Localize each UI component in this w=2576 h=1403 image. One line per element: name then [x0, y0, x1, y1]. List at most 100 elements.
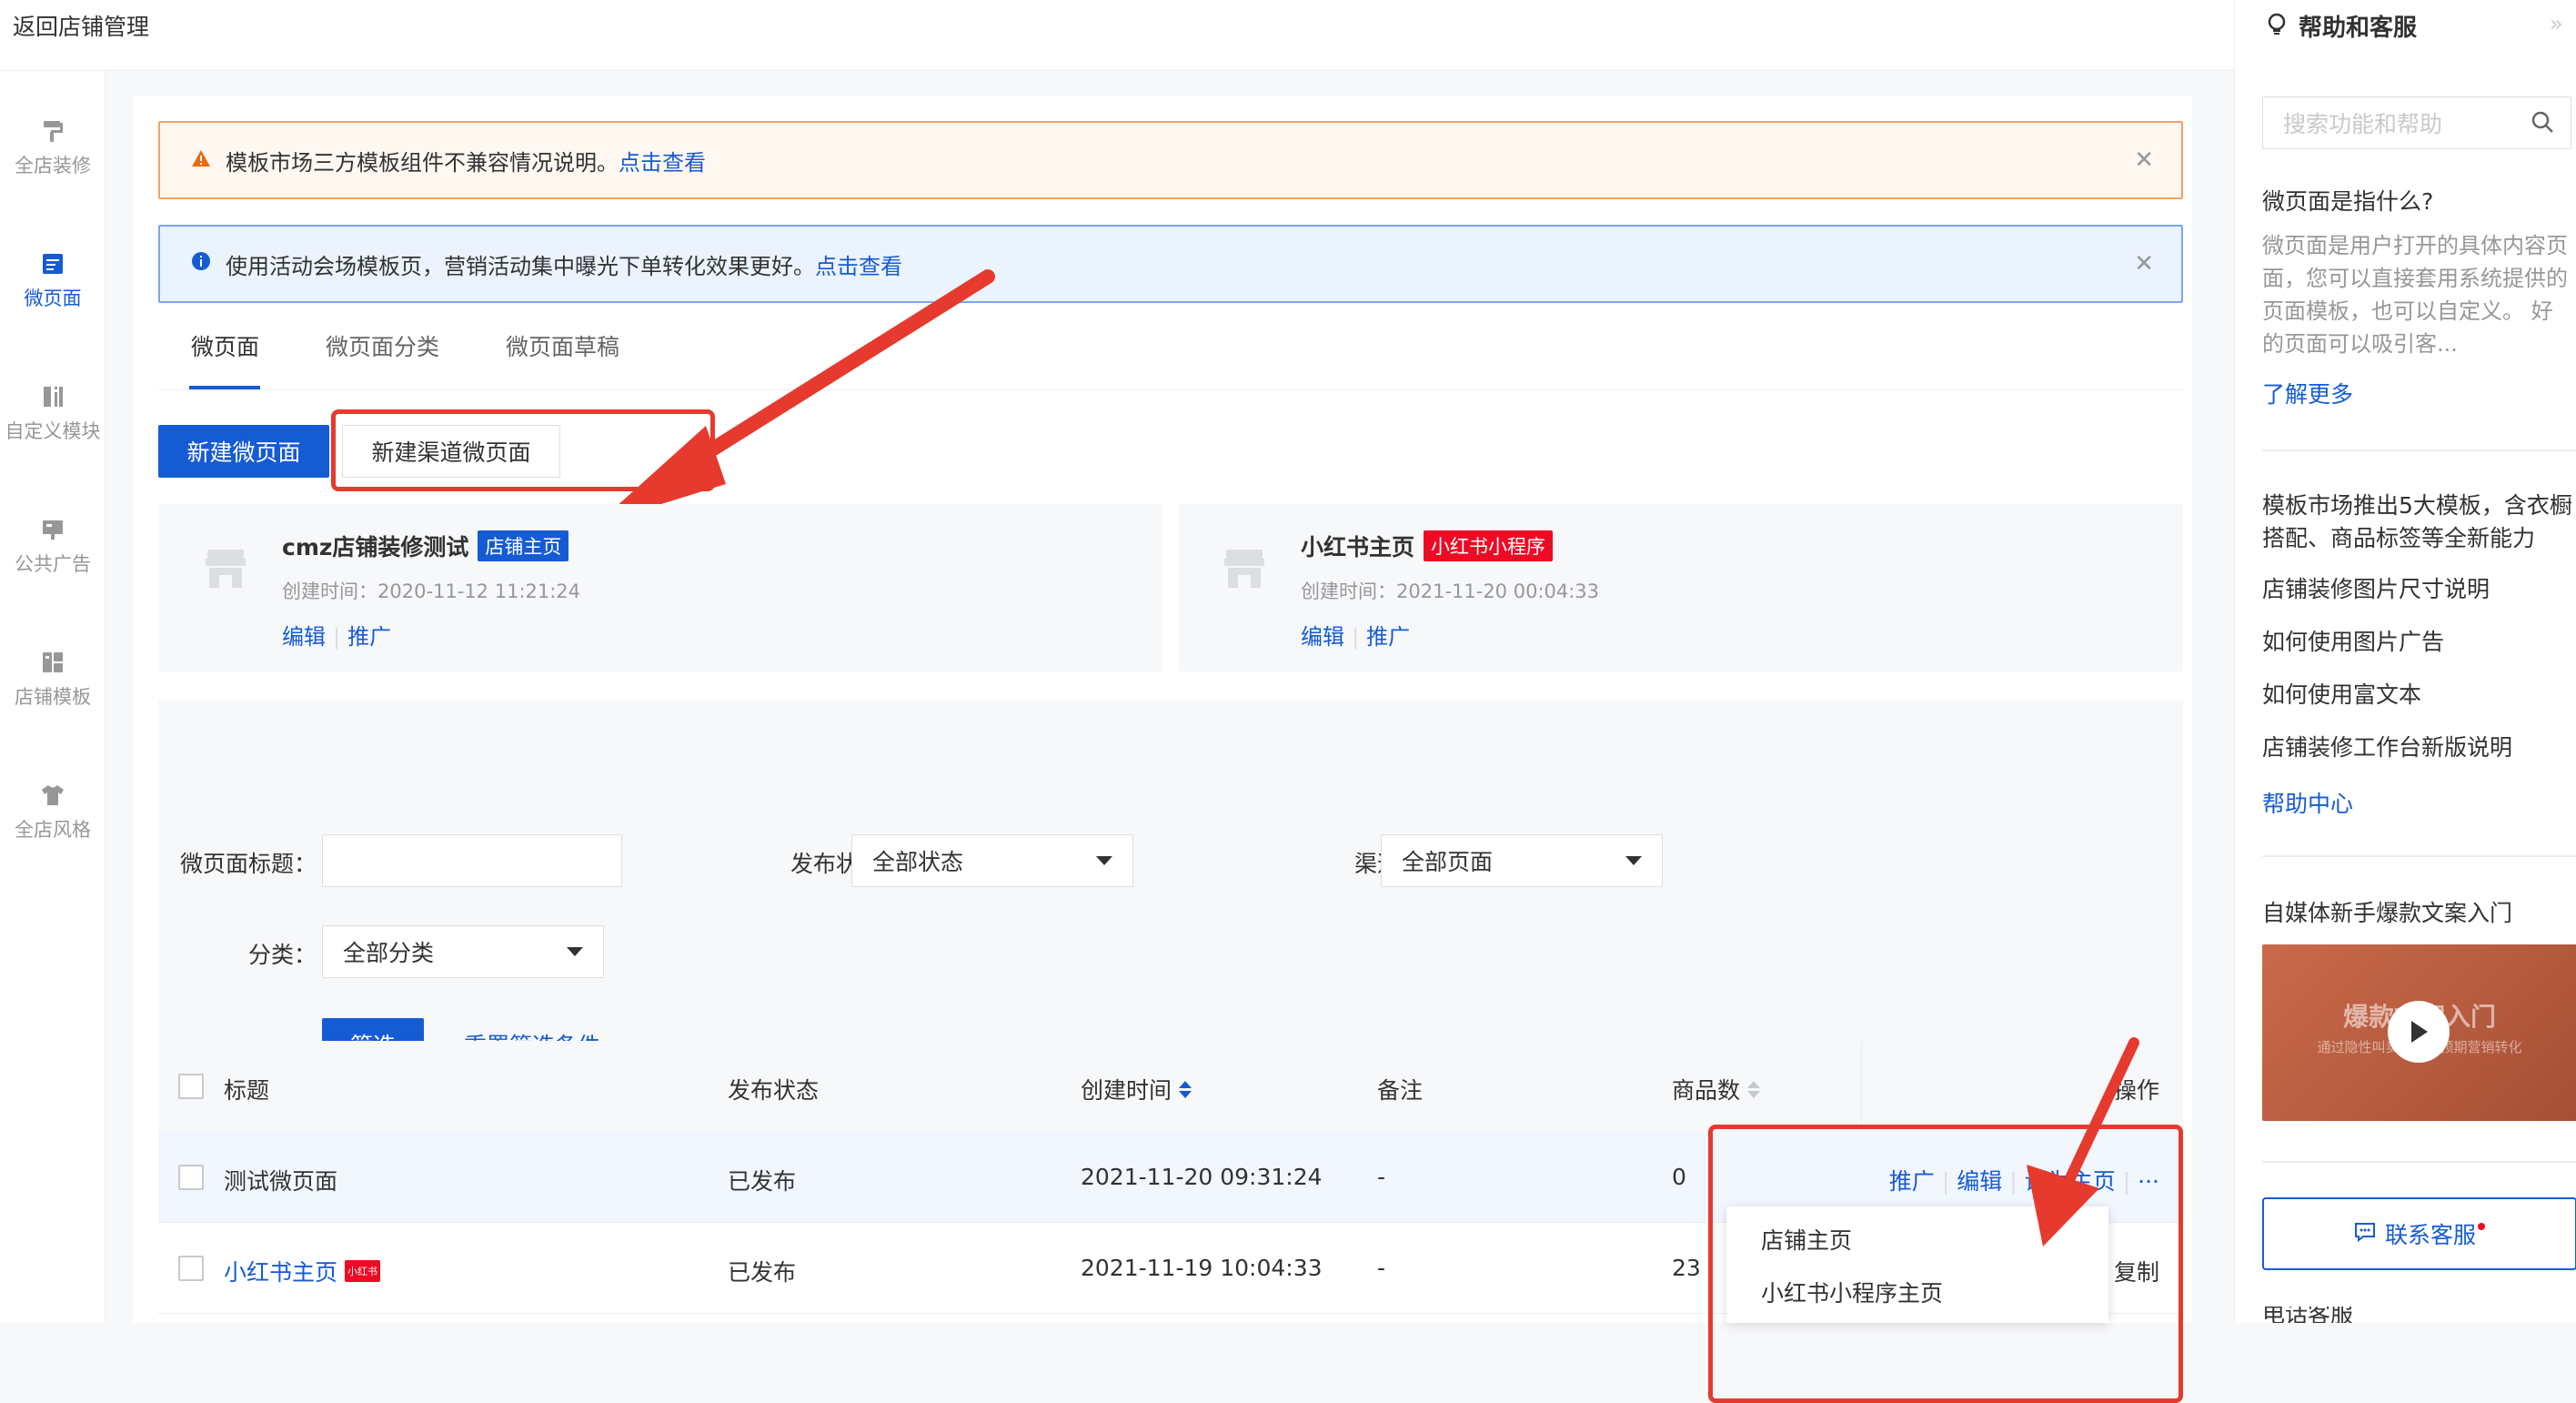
- ad-icon: [40, 517, 65, 542]
- header-created-time[interactable]: 创建时间: [1081, 1073, 1192, 1105]
- nav-label: 全店装修: [15, 155, 91, 177]
- collapse-icon[interactable]: »: [2550, 11, 2563, 36]
- tabs-divider: [158, 389, 2183, 390]
- nav-label: 微页面: [24, 288, 82, 309]
- row-checkbox[interactable]: [178, 1165, 204, 1190]
- help-panel-title: 帮助和客服: [2299, 15, 2418, 42]
- card-promote-link[interactable]: 推广: [1366, 624, 1410, 650]
- xiaohongshu-badge: 小红书: [345, 1260, 381, 1282]
- column-divider: [1861, 1041, 1862, 1132]
- title-filter-label: 微页面标题：: [180, 851, 317, 877]
- warning-notice: 模板市场三方模板组件不兼容情况说明。 点击查看 ✕: [158, 121, 2183, 199]
- card-edit-link[interactable]: 编辑: [282, 624, 326, 650]
- help-article[interactable]: 店铺装修图片尺寸说明: [2262, 573, 2490, 606]
- help-panel: 帮助和客服 » 搜索功能和帮助 微页面是指什么? 微页面是用户打开的具体内容页面…: [2234, 0, 2576, 1323]
- header-title: 标题: [224, 1077, 270, 1104]
- help-center-link[interactable]: 帮助中心: [2262, 786, 2353, 819]
- row-checkbox[interactable]: [178, 1256, 204, 1281]
- nav-item-store-decoration[interactable]: 全店装修: [0, 118, 106, 178]
- caret-down-icon: [1625, 856, 1642, 865]
- xiaohongshu-tag: 小红书小程序: [1424, 530, 1554, 561]
- row-status: 已发布: [728, 1168, 797, 1195]
- status-filter-select[interactable]: 全部状态: [851, 834, 1133, 887]
- contact-support-label: 联系客服: [2384, 1222, 2476, 1248]
- nav-item-micro-page[interactable]: 微页面: [0, 251, 106, 311]
- row-note: -: [1377, 1255, 1386, 1281]
- phone-support-label: 电话客服: [2262, 1307, 2354, 1323]
- nav-item-store-style[interactable]: 全店风格: [0, 782, 106, 843]
- play-icon[interactable]: [2388, 1001, 2450, 1063]
- row-note: -: [1377, 1164, 1386, 1190]
- help-search-placeholder: 搜索功能和帮助: [2283, 111, 2443, 137]
- page-icon: [40, 251, 65, 277]
- learn-more-link[interactable]: 了解更多: [2262, 377, 2353, 409]
- divider: [2262, 1161, 2576, 1163]
- search-icon[interactable]: [2531, 110, 2554, 139]
- close-icon[interactable]: ✕: [2134, 146, 2154, 174]
- card-promote-link[interactable]: 推广: [347, 624, 391, 650]
- table-header: 标题 发布状态 创建时间 备注 商品数 操作: [158, 1041, 2183, 1132]
- new-micro-page-button[interactable]: 新建微页面: [158, 425, 329, 478]
- tab-micro-page-category[interactable]: 微页面分类: [326, 329, 439, 362]
- tab-micro-page[interactable]: 微页面: [191, 329, 259, 362]
- main-content: 模板市场三方模板组件不兼容情况说明。 点击查看 ✕ 使用活动会场模板页，营销活动…: [133, 96, 2192, 1403]
- help-article[interactable]: 如何使用图片广告: [2262, 626, 2444, 659]
- header-status: 发布状态: [728, 1077, 820, 1104]
- close-icon[interactable]: ✕: [2134, 250, 2154, 278]
- title-filter-input[interactable]: [322, 834, 622, 887]
- card-title: cmz店铺装修测试: [282, 534, 469, 560]
- nav-label: 公共广告: [15, 553, 91, 575]
- notification-dot: [2478, 1223, 2485, 1230]
- shirt-icon: [40, 782, 65, 808]
- row-goods-count: 23: [1672, 1255, 1701, 1281]
- store-icon: [1223, 546, 1266, 593]
- divider: [2262, 449, 2576, 451]
- row-status: 已发布: [728, 1259, 797, 1286]
- help-search-input[interactable]: 搜索功能和帮助: [2262, 96, 2571, 149]
- card-title: 小红书主页: [1301, 534, 1415, 560]
- category-filter-select[interactable]: 全部分类: [322, 925, 604, 978]
- left-sidebar: 全店装修 微页面 自定义模块 公共广告 店铺模板 全店风格: [0, 71, 106, 1323]
- video-title: 自媒体新手爆款文案入门: [2262, 900, 2513, 926]
- category-filter-value: 全部分类: [343, 940, 435, 966]
- annotation-arrow: [2027, 1037, 2139, 1247]
- back-to-store-link[interactable]: 返回店铺管理: [13, 9, 149, 42]
- info-icon: [191, 251, 211, 277]
- faq-question: 微页面是指什么?: [2262, 188, 2434, 215]
- contact-support-button[interactable]: 联系客服: [2262, 1197, 2576, 1270]
- top-bar: 返回店铺管理: [0, 0, 2234, 71]
- warning-text: 模板市场三方模板组件不兼容情况说明。: [226, 149, 619, 176]
- channel-filter-select[interactable]: 全部页面: [1381, 834, 1663, 887]
- video-thumbnail[interactable]: 爆款文案入门 通过隐性叫卖，达到预期营销转化: [2262, 944, 2576, 1121]
- header-note: 备注: [1377, 1077, 1424, 1104]
- paint-roller-icon: [40, 118, 65, 144]
- custom-module-icon: [40, 384, 65, 409]
- category-filter-label: 分类：: [247, 942, 317, 968]
- sort-icon: [1747, 1080, 1761, 1098]
- row-title-link[interactable]: 测试微页面: [224, 1164, 337, 1196]
- nav-label: 全店风格: [15, 819, 91, 841]
- help-article[interactable]: 店铺装修工作台新版说明: [2262, 732, 2512, 764]
- header-goods-count[interactable]: 商品数: [1672, 1073, 1761, 1105]
- divider: [2262, 855, 2576, 857]
- status-filter-value: 全部状态: [872, 849, 964, 875]
- caret-down-icon: [1096, 856, 1112, 865]
- channel-filter-value: 全部页面: [1402, 849, 1494, 875]
- help-article[interactable]: 如何使用富文本: [2262, 679, 2421, 712]
- row-goods-count: 0: [1672, 1164, 1686, 1190]
- card-edit-link[interactable]: 编辑: [1301, 624, 1344, 650]
- warning-icon: [191, 147, 211, 173]
- row-title-link[interactable]: 小红书主页: [224, 1255, 337, 1287]
- row-created-time: 2021-11-19 10:04:33: [1081, 1255, 1323, 1281]
- xiaohongshu-home-card: 小红书主页 小红书小程序 创建时间：2021-11-20 00:04:33 编辑…: [1179, 504, 2183, 671]
- nav-item-store-template[interactable]: 店铺模板: [0, 650, 106, 710]
- caret-down-icon: [567, 947, 583, 956]
- select-all-checkbox[interactable]: [178, 1074, 204, 1099]
- faq-answer: 微页面是用户打开的具体内容页面，您可以直接套用系统提供的页面模板，也可以自定义。…: [2262, 233, 2568, 357]
- nav-item-public-ad[interactable]: 公共广告: [0, 517, 106, 577]
- help-article[interactable]: 模板市场推出5大模板，含衣橱搭配、商品标签等全新能力: [2262, 490, 2576, 555]
- nav-item-custom-module[interactable]: 自定义模块: [0, 384, 106, 444]
- nav-label: 自定义模块: [5, 420, 101, 442]
- info-notice: 使用活动会场模板页，营销活动集中曝光下单转化效果更好。 点击查看 ✕: [158, 225, 2183, 303]
- row-created-time: 2021-11-20 09:31:24: [1081, 1164, 1323, 1190]
